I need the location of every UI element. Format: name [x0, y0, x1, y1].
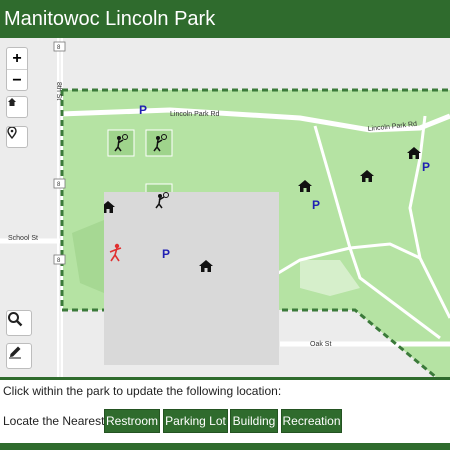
route-shield: 8: [53, 254, 66, 265]
street-label-oak: Oak St: [310, 341, 331, 348]
page-title: Manitowoc Lincoln Park: [4, 8, 216, 30]
building-icon: [199, 260, 213, 272]
page-bottom-bar: [0, 443, 450, 450]
building-icon: [104, 201, 115, 213]
instruction-text: Click within the park to update the foll…: [3, 384, 282, 398]
zoom-out-button[interactable]: −: [7, 69, 27, 91]
home-button[interactable]: [6, 96, 28, 118]
building-button[interactable]: Building: [230, 409, 278, 433]
park-map[interactable]: Lincoln Park Rd Lincoln Park Rd 8th St S…: [0, 38, 450, 378]
parking-marker: P: [162, 247, 170, 261]
locate-marker-button[interactable]: [6, 126, 28, 148]
search-button[interactable]: [6, 310, 32, 336]
map-marker-icon: [7, 127, 17, 139]
map-tile-placeholder: P: [104, 192, 279, 365]
street-label-lincoln-west: Lincoln Park Rd: [170, 111, 220, 118]
edit-button[interactable]: [6, 343, 32, 369]
parking-marker: P: [422, 160, 430, 174]
court-1: [107, 129, 135, 157]
parking-lot-button[interactable]: Parking Lot: [163, 409, 228, 433]
recreation-highlight-icon: [109, 243, 122, 262]
home-icon: [8, 98, 16, 106]
app-header: Manitowoc Lincoln Park: [0, 0, 450, 38]
route-shield: 8: [53, 178, 66, 189]
court-2: [145, 129, 173, 157]
route-shield: 8: [53, 41, 66, 52]
pencil-icon: [9, 346, 21, 359]
recreation-button[interactable]: Recreation: [281, 409, 342, 433]
zoom-in-button[interactable]: +: [7, 48, 27, 69]
tennis-icon: [155, 192, 169, 209]
locate-label: Locate the Nearest:: [3, 414, 108, 428]
map-bottom-border: [0, 377, 450, 380]
parking-marker: P: [139, 103, 147, 117]
restroom-button[interactable]: Restroom: [104, 409, 160, 433]
street-label-8th: 8th St: [55, 82, 62, 100]
parking-marker: P: [312, 198, 320, 212]
zoom-control: + −: [6, 47, 28, 91]
search-icon: [8, 312, 23, 327]
street-label-school: School St: [8, 235, 38, 242]
